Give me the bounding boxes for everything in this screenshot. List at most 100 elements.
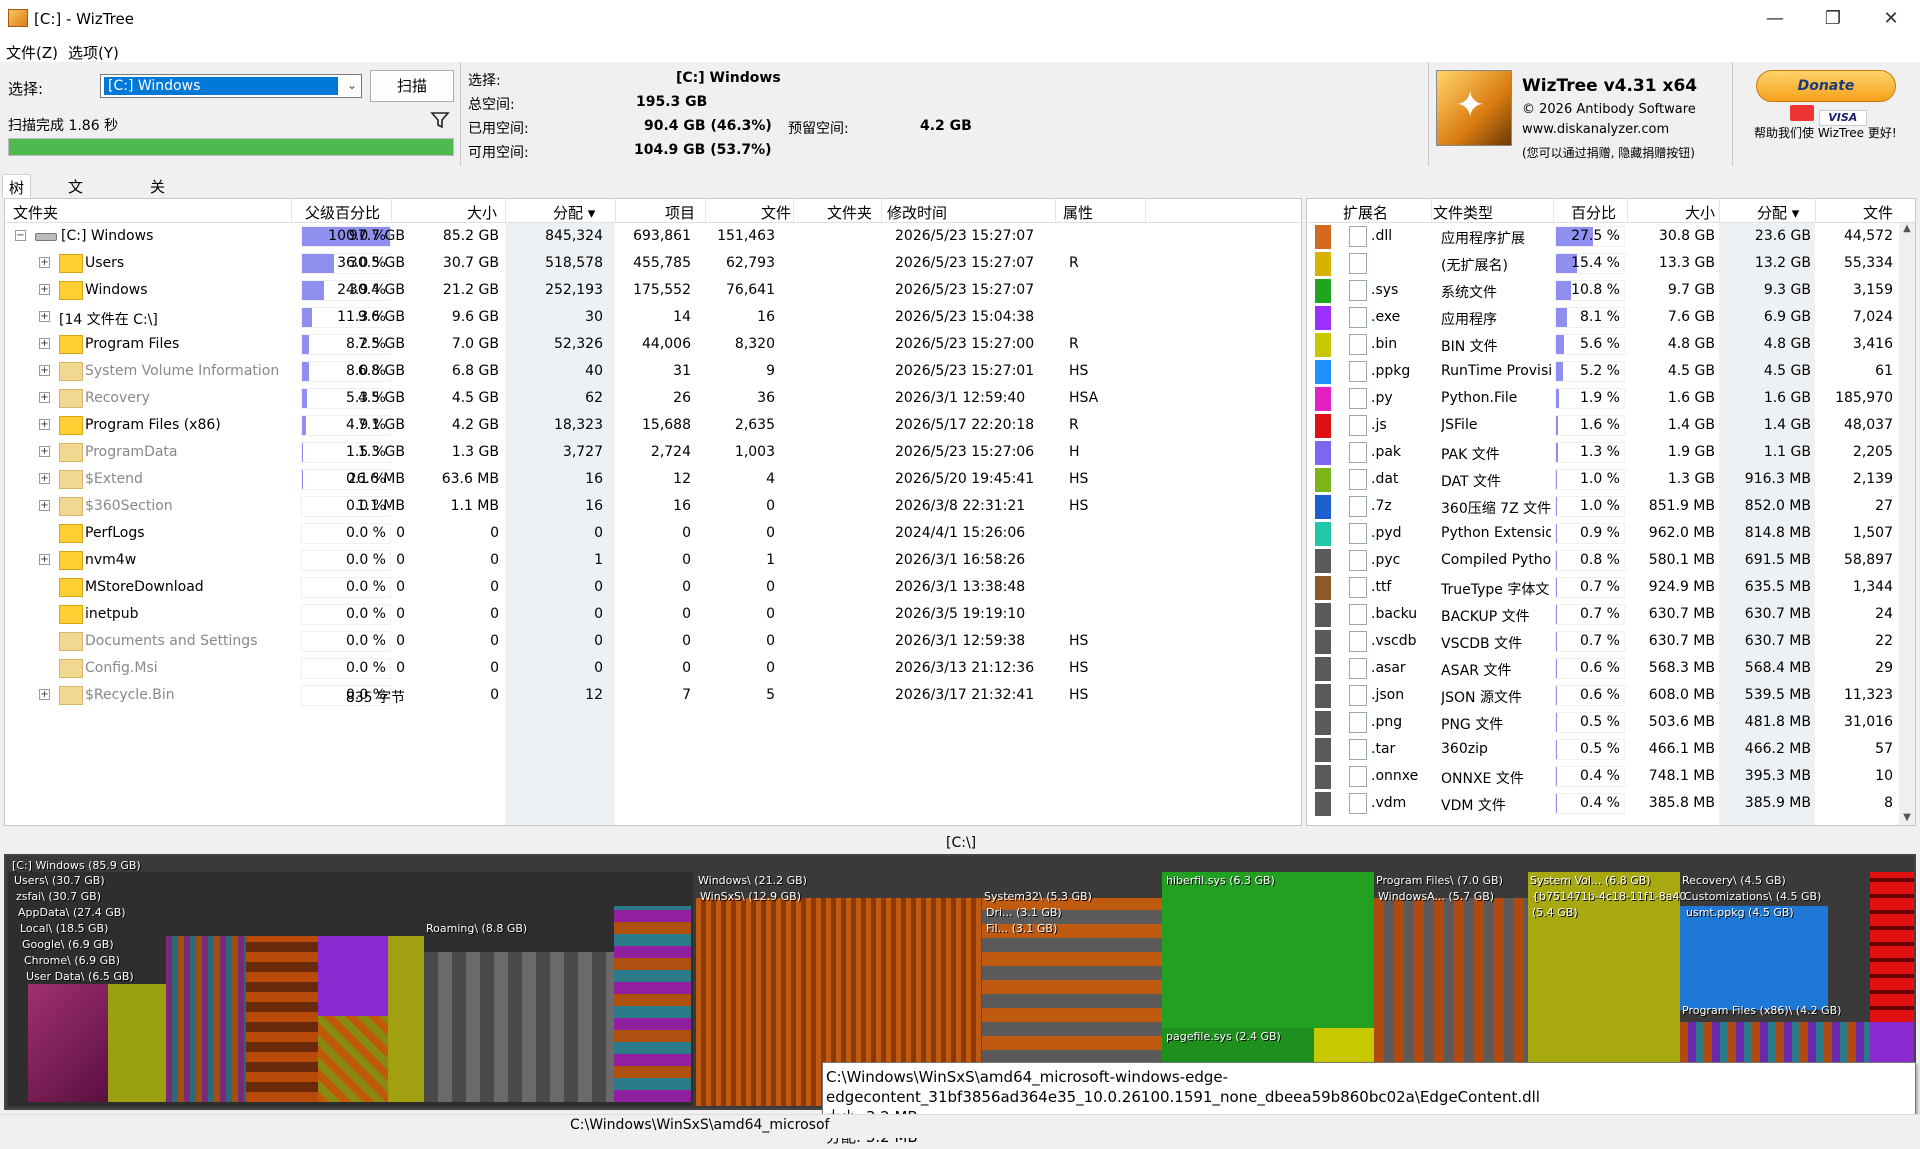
tab-file-view[interactable]: 文件查看 xyxy=(62,174,89,259)
scroll-down-icon[interactable]: ▼ xyxy=(1899,812,1915,823)
tree-row[interactable]: + $Recycle.Bin 0.0 % 835 字节 0 12 7 5 2026/3/17 2… xyxy=(5,682,1301,709)
expand-icon[interactable]: + xyxy=(39,689,50,700)
tree-row[interactable]: + Program Files 8.2 % 7.5 GB 7.0 GB 52,326 44,… xyxy=(5,331,1301,358)
tm-block[interactable] xyxy=(28,984,108,1102)
tm-block[interactable] xyxy=(318,1016,388,1102)
col-alloc[interactable]: 分配 ▾ xyxy=(553,202,595,223)
col-size[interactable]: 大小 xyxy=(467,202,497,223)
tm-roaming[interactable] xyxy=(424,952,614,1102)
expand-icon[interactable]: + xyxy=(39,257,50,268)
tree-row[interactable]: MStoreDownload 0.0 % 0 0 0 0 0 2026/3/1 13:38:4… xyxy=(5,574,1301,601)
tree-row[interactable]: inetpub 0.0 % 0 0 0 0 0 2026/3/5 19:19:10 xyxy=(5,601,1301,628)
col-folders[interactable]: 文件夹 xyxy=(827,202,872,223)
col-ext-alloc[interactable]: 分配 ▾ xyxy=(1757,202,1799,223)
col-files[interactable]: 文件 xyxy=(761,202,791,223)
tm-block[interactable] xyxy=(246,936,318,1102)
tab-tree-view[interactable]: 树查看 xyxy=(2,174,32,239)
ext-row[interactable]: .dat DAT 文件 1.0 % 1.3 GB 916.3 MB 2,139 xyxy=(1307,466,1915,493)
tm-block[interactable] xyxy=(1870,872,1914,1022)
ext-row[interactable]: (无扩展名) 15.4 % 13.3 GB 13.2 GB 55,334 xyxy=(1307,250,1915,277)
col-attr[interactable]: 属性 xyxy=(1063,202,1093,223)
ext-row[interactable]: .ppkg RunTime Provisi 5.2 % 4.5 GB 4.5 GB 61 xyxy=(1307,358,1915,385)
col-items[interactable]: 项目 xyxy=(665,202,695,223)
ext-row[interactable]: .ttf TrueType 字体文 0.7 % 924.9 MB 635.5 MB 1,3… xyxy=(1307,574,1915,601)
maximize-button[interactable]: ❐ xyxy=(1804,0,1862,38)
drive-select[interactable]: [C:] Windows ⌄ xyxy=(100,74,362,98)
tree-row[interactable]: PerfLogs 0.0 % 0 0 0 0 0 2024/4/1 15:26:06 xyxy=(5,520,1301,547)
expand-icon[interactable]: + xyxy=(39,365,50,376)
tree-row[interactable]: + Users 36.0 % 30.5 GB 30.7 GB 518,578 455,785… xyxy=(5,250,1301,277)
tm-usmt[interactable] xyxy=(1680,906,1828,1010)
ext-row[interactable]: .asar ASAR 文件 0.6 % 568.3 MB 568.4 MB 29 xyxy=(1307,655,1915,682)
tree-row[interactable]: Config.Msi 0.0 % 0 0 0 0 0 2026/3/13 21:12:36 HS xyxy=(5,655,1301,682)
extension-list[interactable]: 扩展名 文件类型 百分比 大小 分配 ▾ 文件 .dll 应用程序扩展 27.5 %… xyxy=(1306,198,1916,826)
tree-row[interactable]: + System Volume Information 8.0 % 6.8 GB 6.8… xyxy=(5,358,1301,385)
ext-row[interactable]: .pak PAK 文件 1.3 % 1.9 GB 1.1 GB 2,205 xyxy=(1307,439,1915,466)
ext-row[interactable]: .vdm VDM 文件 0.4 % 385.8 MB 385.9 MB 8 xyxy=(1307,790,1915,817)
tree-row[interactable]: + [14 文件在 C:\] 11.3 % 9.6 GB 9.6 GB 30 14 16 202… xyxy=(5,304,1301,331)
tm-block[interactable] xyxy=(388,936,424,1102)
ext-row[interactable]: .exe 应用程序 8.1 % 7.6 GB 6.9 GB 7,024 xyxy=(1307,304,1915,331)
col-parent-pct[interactable]: 父级百分比 xyxy=(305,202,380,223)
scroll-up-icon[interactable]: ▲ xyxy=(1899,223,1915,234)
col-file-type[interactable]: 文件类型 xyxy=(1433,202,1493,223)
ext-row[interactable]: .tar 360zip 0.5 % 466.1 MB 466.2 MB 57 xyxy=(1307,736,1915,763)
about-url[interactable]: www.diskanalyzer.com xyxy=(1522,122,1669,137)
tree-row[interactable]: + Windows 24.9 % 30.4 GB 21.2 GB 252,193 175,5… xyxy=(5,277,1301,304)
collapse-icon[interactable]: − xyxy=(15,230,26,241)
info-total-label: 总空间: xyxy=(468,97,515,113)
expand-icon[interactable]: + xyxy=(39,473,50,484)
menu-options[interactable]: 选项(Y) xyxy=(68,42,119,63)
ext-row[interactable]: .py Python.File 1.9 % 1.6 GB 1.6 GB 185,970 xyxy=(1307,385,1915,412)
ext-row[interactable]: .onnxe ONNXE 文件 0.4 % 748.1 MB 395.3 MB 10 xyxy=(1307,763,1915,790)
donate-button[interactable]: Donate xyxy=(1756,70,1896,102)
expand-icon[interactable]: + xyxy=(39,311,50,322)
folder-tree-list[interactable]: 文件夹 父级百分比 大小 分配 ▾ 项目 文件 文件夹 修改时间 属性 − [C:… xyxy=(4,198,1302,826)
menu-file[interactable]: 文件(Z) xyxy=(6,42,58,63)
scan-button[interactable]: 扫描 xyxy=(370,70,454,102)
ext-row[interactable]: .png PNG 文件 0.5 % 503.6 MB 481.8 MB 31,016 xyxy=(1307,709,1915,736)
ext-row[interactable]: .bin BIN 文件 5.6 % 4.8 GB 4.8 GB 3,416 xyxy=(1307,331,1915,358)
ext-row[interactable]: .backu BACKUP 文件 0.7 % 630.7 MB 630.7 MB 24 xyxy=(1307,601,1915,628)
ext-scrollbar[interactable]: ▲ ▼ xyxy=(1899,223,1915,825)
col-ext-size[interactable]: 大小 xyxy=(1685,202,1715,223)
expand-icon[interactable]: + xyxy=(39,554,50,565)
ext-row[interactable]: .7z 360压缩 7Z 文件 1.0 % 851.9 MB 852.0 MB 27 xyxy=(1307,493,1915,520)
tree-row[interactable]: Documents and Settings 0.0 % 0 0 0 0 0 2026/3/1… xyxy=(5,628,1301,655)
tree-row[interactable]: + $360Section 0.0 % 1.1 MB 1.1 MB 16 16 0 2026/3… xyxy=(5,493,1301,520)
expand-icon[interactable]: + xyxy=(39,392,50,403)
tree-row[interactable]: − [C:] Windows 100.0 % 97.7 GB 85.2 GB 845,32… xyxy=(5,223,1301,250)
col-folder[interactable]: 文件夹 xyxy=(13,202,58,223)
col-extension[interactable]: 扩展名 xyxy=(1343,202,1388,223)
tree-row[interactable]: + ProgramData 1.5 % 1.3 GB 1.3 GB 3,727 2,724 1… xyxy=(5,439,1301,466)
ext-row[interactable]: .vscdb VSCDB 文件 0.7 % 630.7 MB 630.7 MB 22 xyxy=(1307,628,1915,655)
ext-row[interactable]: .dll 应用程序扩展 27.5 % 30.8 GB 23.6 GB 44,572 xyxy=(1307,223,1915,250)
ext-row[interactable]: .js JSFile 1.6 % 1.4 GB 1.4 GB 48,037 xyxy=(1307,412,1915,439)
tab-about[interactable]: 关于 xyxy=(144,174,171,217)
col-mtime[interactable]: 修改时间 xyxy=(887,202,947,223)
col-sep xyxy=(1627,199,1628,223)
ext-row[interactable]: .json JSON 源文件 0.6 % 608.0 MB 539.5 MB 11,323 xyxy=(1307,682,1915,709)
expand-icon[interactable]: + xyxy=(39,446,50,457)
tm-hiberfil[interactable] xyxy=(1162,872,1374,1028)
tm-block[interactable] xyxy=(318,936,388,1016)
minimize-button[interactable]: — xyxy=(1746,0,1804,38)
expand-icon[interactable]: + xyxy=(39,500,50,511)
tm-block[interactable] xyxy=(614,906,691,1102)
expand-icon[interactable]: + xyxy=(39,284,50,295)
tree-row[interactable]: + Program Files (x86) 4.9 % 7.1 GB 4.2 GB 18,… xyxy=(5,412,1301,439)
tree-row[interactable]: + nvm4w 0.0 % 0 0 1 0 1 2026/3/1 16:58:26 xyxy=(5,547,1301,574)
tm-block[interactable] xyxy=(108,984,166,1102)
expand-icon[interactable]: + xyxy=(39,338,50,349)
ext-row[interactable]: .pyc Compiled Pytho 0.8 % 580.1 MB 691.5 MB 5… xyxy=(1307,547,1915,574)
tm-block[interactable] xyxy=(166,936,246,1102)
close-button[interactable]: ✕ xyxy=(1862,0,1920,38)
ext-row[interactable]: .sys 系统文件 10.8 % 9.7 GB 9.3 GB 3,159 xyxy=(1307,277,1915,304)
col-percent[interactable]: 百分比 xyxy=(1571,202,1616,223)
filter-icon[interactable] xyxy=(430,110,450,130)
tree-row[interactable]: + Recovery 5.3 % 4.5 GB 4.5 GB 62 26 36 2026/3/1… xyxy=(5,385,1301,412)
col-ext-files[interactable]: 文件 xyxy=(1863,202,1893,223)
tree-row[interactable]: + $Extend 0.1 % 26.6 MB 63.6 MB 16 12 4 2026/5/2… xyxy=(5,466,1301,493)
ext-row[interactable]: .pyd Python Extension 0.9 % 962.0 MB 814.8 M… xyxy=(1307,520,1915,547)
expand-icon[interactable]: + xyxy=(39,419,50,430)
